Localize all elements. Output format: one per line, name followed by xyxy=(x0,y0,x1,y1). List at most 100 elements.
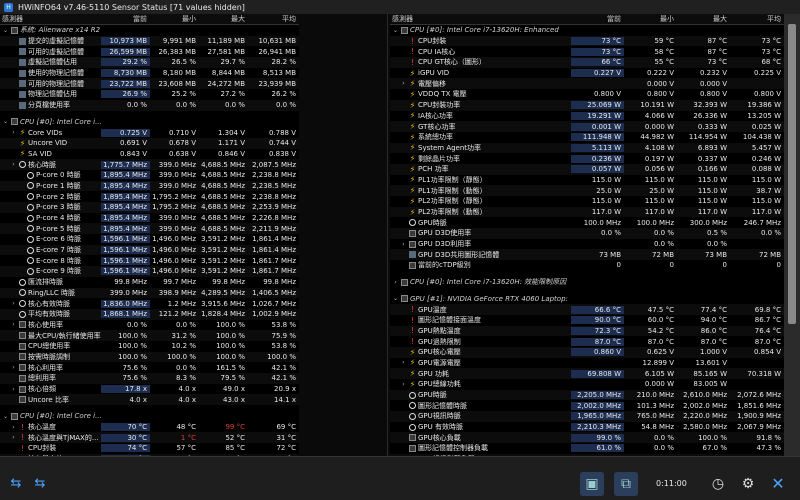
sensor-pane-left[interactable]: 感測器 當前 最小 最大 平均 ⌄ 系統: Alienware x14 R2 提交的… xyxy=(0,14,299,456)
nav-forward-icon[interactable]: ⇆ xyxy=(30,477,50,491)
sensor-row[interactable]: › 核心倍頻 17.8 x 4.0 x 49.0 x 20.9 x xyxy=(0,384,299,395)
scrollbar-thumb[interactable] xyxy=(788,24,796,324)
settings-gear-icon[interactable]: ⚙ xyxy=(736,472,760,496)
sensor-pane-right[interactable]: 感測器 當前 最小 最大 平均 ⌄ CPU [#0]: Intel Core i7… xyxy=(390,14,784,456)
sensor-row[interactable]: P-core 1 時脈 1,895.4 MHz 399.0 MHz 4,688.5 M… xyxy=(0,180,299,192)
sensor-row[interactable]: ⚡ CPU封裝功率 25.069 W 10.191 W 32.393 W 19.386 W xyxy=(390,99,784,111)
sensor-row[interactable]: 按需時脈調制 100.0 % 100.0 % 100.0 % 100.0 % xyxy=(0,351,299,363)
group-header[interactable]: ⌄ CPU [#0]: Intel Core i... xyxy=(0,117,299,128)
sensor-row[interactable]: 虛擬記憶體佔用 29.2 % 26.5 % 29.7 % 28.2 % xyxy=(0,57,299,68)
expand-icon[interactable]: › xyxy=(10,161,17,168)
sensor-row[interactable]: ⚡ PCH 功率 0.057 W 0.056 W 0.166 W 0.088 W xyxy=(390,163,784,175)
sensor-row[interactable]: 平均有效時脈 1,868.1 MHz 121.2 MHz 1,828.4 MHz 1,0… xyxy=(0,308,299,320)
sensor-row[interactable]: 物理記憶體佔用 26.9 % 25.2 % 27.2 % 26.2 % xyxy=(0,89,299,100)
col-avg[interactable]: 平均 xyxy=(248,14,299,24)
sensor-row[interactable]: 最大CPU/執行緒使用率 100.0 % 31.2 % 100.0 % 75.9 % xyxy=(0,330,299,341)
sensor-row[interactable]: › 核心使用率 0.0 % 0.0 % 100.0 % 53.8 % xyxy=(0,320,299,331)
sensor-row[interactable]: ! CPU IA核心 73 °C 58 °C 87 °C 73 °C xyxy=(390,46,784,57)
expand-icon[interactable]: › xyxy=(400,241,407,248)
col-max[interactable]: 最大 xyxy=(199,14,248,24)
sensor-row[interactable]: GPU核心負載 99.0 % 0.0 % 100.0 % 91.8 % xyxy=(390,432,784,444)
sensor-row[interactable]: ⚡ GPU 功耗 69.808 W 6.105 W 85.165 W 70.318 W xyxy=(390,368,784,379)
col-current[interactable]: 當前 xyxy=(571,14,624,24)
close-icon[interactable]: ✕ xyxy=(766,472,790,496)
expand-icon[interactable]: › xyxy=(400,80,407,87)
sensor-row[interactable]: ⚡ PL1功率限制（動態） 25.0 W 25.0 W 115.0 W 38.7 W xyxy=(390,185,784,196)
expand-icon[interactable]: › xyxy=(10,424,17,431)
col-min[interactable]: 最小 xyxy=(150,14,199,24)
clock-reset-icon[interactable]: ◷ xyxy=(706,472,730,496)
sensor-row[interactable]: 當前的cTDP級別 0 0 0 0 xyxy=(390,260,784,271)
sensor-row[interactable]: GPU D3D使用率 0.0 % 0.0 % 0.5 % 0.0 % xyxy=(390,228,784,239)
group-header[interactable]: ⌄ CPU [#0]: Intel Core i7-13620H: Enhance… xyxy=(390,25,784,36)
sensor-row[interactable]: GPU時脈 100.0 MHz 100.0 MHz 300.0 MHz 246.7 MH… xyxy=(390,217,784,228)
sensor-row[interactable]: E-core 6 時脈 1,596.1 MHz 1,496.0 MHz 3,591.2… xyxy=(0,234,299,245)
sensor-row[interactable]: › ⚡ GPU總線功耗 0.000 W 83.005 W xyxy=(390,379,784,390)
expand-icon[interactable]: › xyxy=(10,129,17,136)
sensor-row[interactable]: GPU時脈 2,205.0 MHz 210.0 MHz 2,610.0 MHz 2,07… xyxy=(390,389,784,401)
sensor-row[interactable]: ! 圖形記憶體接面溫度 90.0 °C 60.0 °C 94.0 °C 86.7 °C xyxy=(390,315,784,326)
sensor-row[interactable]: P-core 0 時脈 1,895.4 MHz 399.0 MHz 4,688.5 M… xyxy=(0,170,299,181)
sensor-row[interactable]: GPU 有效時脈 2,210.3 MHz 54.8 MHz 2,580.0 MHz 2,… xyxy=(390,422,784,433)
col-min[interactable]: 最小 xyxy=(624,14,677,24)
expand-icon[interactable]: › xyxy=(392,279,399,286)
sensor-row[interactable]: 可用的物理記憶體 23,722 MB 23,608 MB 24,272 MB 23,93… xyxy=(0,78,299,90)
sensor-row[interactable]: › ⚡ GPU電源電壓 12.899 V 13.601 V xyxy=(390,358,784,369)
col-avg[interactable]: 平均 xyxy=(730,14,784,24)
sensor-row[interactable]: ⚡ SA VID 0.843 V 0.638 V 0.846 V 0.838 V xyxy=(0,149,299,160)
sensor-row[interactable]: ⚡ PL1功率限制（靜態） 115.0 W 115.0 W 115.0 W 115.0 W xyxy=(390,175,784,186)
sensor-row[interactable]: › GPU D3D利用率 0.0 % 0.0 % xyxy=(390,239,784,250)
sensor-row[interactable]: E-core 7 時脈 1,596.1 MHz 1,496.0 MHz 3,591.2… xyxy=(0,244,299,256)
sensor-row[interactable]: ⚡ 剩餘晶片功率 0.236 W 0.197 W 0.337 W 0.246 W xyxy=(390,153,784,164)
expand-icon[interactable]: › xyxy=(10,321,17,328)
sensor-row[interactable]: CPU總使用率 100.0 % 10.2 % 100.0 % 53.8 % xyxy=(0,341,299,352)
sensor-row[interactable]: ! GPU溫度 66.6 °C 47.5 °C 77.4 °C 69.8 °C xyxy=(390,304,784,315)
sensor-row[interactable]: › 核心有效時脈 1,836.0 MHz 1.2 MHz 3,915.6 MHz 1,02… xyxy=(0,298,299,309)
sensor-row[interactable]: 圖形記憶體控制器負載 61.0 % 0.0 % 67.0 % 47.3 % xyxy=(390,443,784,454)
sensor-row[interactable]: ⚡ 系統總功率 111.948 W 44.982 W 114.954 W 104.438 … xyxy=(390,132,784,143)
sensor-row[interactable]: P-core 3 時脈 1,895.4 MHz 1,795.2 MHz 4,688.5… xyxy=(0,202,299,213)
sensor-row[interactable]: ⚡ PL2功率限制（動態） 117.0 W 117.0 W 117.0 W 117.0 W xyxy=(390,206,784,218)
sensor-row[interactable]: ›! 核心溫度與TjMAX的... 30 °C 1 °C 52 °C 31 °C xyxy=(0,432,299,444)
col-sensor[interactable]: 感測器 xyxy=(0,14,101,24)
expand-icon[interactable]: › xyxy=(400,381,407,388)
sensor-row[interactable]: ›! 核心溫度 70 °C 48 °C 99 °C 69 °C xyxy=(0,422,299,433)
collapse-icon[interactable]: ⌄ xyxy=(2,413,9,420)
sensor-row[interactable]: 提交的虛擬記憶體 10,973 MB 9,991 MB 11,189 MB 10,631… xyxy=(0,35,299,47)
sensor-row[interactable]: ⚡ PL2功率限制（靜態） 115.0 W 115.0 W 115.0 W 115.0 W xyxy=(390,196,784,207)
sensor-row[interactable]: ! CPU封裝 74 °C 57 °C 85 °C 72 °C xyxy=(0,443,299,454)
sensor-row[interactable]: 分頁檔使用率 0.0 % 0.0 % 0.0 % 0.0 % xyxy=(0,99,299,111)
sensor-row[interactable]: › 核心利用率 75.6 % 0.0 % 161.5 % 42.1 % xyxy=(0,362,299,373)
sensor-row[interactable]: › ⚡ Core VIDs 0.725 V 0.710 V 1.304 V 0.788 V xyxy=(0,127,299,138)
group-header[interactable]: ⌄ GPU [#1]: NVIDIA GeForce RTX 4060 Lapto… xyxy=(390,294,784,305)
sensor-row[interactable]: 圖形記憶體時脈 2,002.0 MHz 101.3 MHz 2,002.0 MHz 1,… xyxy=(390,400,784,411)
sensor-row[interactable]: Ring/LLC 時脈 399.0 MHz 398.9 MHz 4,289.5 MHz… xyxy=(0,287,299,299)
collapse-icon[interactable]: ⌄ xyxy=(392,27,399,34)
sensor-row[interactable]: P-core 5 時脈 1,895.4 MHz 399.0 MHz 4,688.5 M… xyxy=(0,223,299,235)
sensor-row[interactable]: GPU D3D共用圖形記憶體 73 MB 72 MB 73 MB 72 MB xyxy=(390,249,784,261)
nav-back-icon[interactable]: ⇆ xyxy=(6,477,26,491)
sensor-row[interactable]: › ⚡ 電壓偏移 0.000 V 0.000 V xyxy=(390,78,784,90)
sensor-row[interactable]: › 核心時脈 1,775.7 MHz 399.0 MHz 4,688.5 MHz 2,08… xyxy=(0,159,299,170)
col-current[interactable]: 當前 xyxy=(101,14,150,24)
sensor-row[interactable]: Uncore 比率 4.0 x 4.0 x 43.0 x 14.1 x xyxy=(0,394,299,406)
sensor-row[interactable]: ⚡ System Agent功率 5.113 W 4.108 W 6.893 W 5.45… xyxy=(390,142,784,154)
sensor-row[interactable]: P-core 4 時脈 1,895.4 MHz 399.0 MHz 4,688.5 M… xyxy=(0,213,299,224)
group-header[interactable]: › CPU [#0]: Intel Core i7-13620H: 效能限制原因 xyxy=(390,277,784,288)
expand-icon[interactable]: › xyxy=(10,386,17,393)
sensor-row[interactable]: 使用的物理記憶體 8,730 MB 8,180 MB 8,844 MB 8,513 MB xyxy=(0,68,299,79)
collapse-icon[interactable]: ⌄ xyxy=(2,27,9,34)
col-max[interactable]: 最大 xyxy=(677,14,730,24)
sensor-row[interactable]: 總利用率 75.6 % 8.3 % 79.5 % 42.1 % xyxy=(0,373,299,384)
sensor-row[interactable]: ⚡ Uncore VID 0.691 V 0.678 V 1.171 V 0.744 V xyxy=(0,137,299,149)
sensor-row[interactable]: E-core 8 時脈 1,596.1 MHz 1,496.0 MHz 3,591.2… xyxy=(0,255,299,266)
expand-icon[interactable]: › xyxy=(400,359,407,366)
group-header[interactable]: ⌄ 系統: Alienware x14 R2 xyxy=(0,25,299,36)
sensor-row[interactable]: 匯流排時脈 99.8 MHz 99.7 MHz 99.8 MHz 99.8 MHz xyxy=(0,277,299,288)
sensor-row[interactable]: 可用的虛擬記憶體 26,599 MB 26,383 MB 27,581 MB 26,94… xyxy=(0,46,299,57)
sensor-row[interactable]: ⚡ GT核心功率 0.001 W 0.000 W 0.333 W 0.025 W xyxy=(390,121,784,132)
sensor-row[interactable]: GPU視訊時脈 1,965.0 MHz 765.0 MHz 2,220.0 MHz 1,… xyxy=(390,411,784,422)
sensor-row[interactable]: ⚡ iGPU VID 0.227 V 0.222 V 0.232 V 0.225 V xyxy=(390,68,784,79)
sensor-row[interactable]: ⚡ VDDQ TX 電壓 0.800 V 0.800 V 0.800 V 0.800 V xyxy=(390,89,784,100)
expand-icon[interactable]: › xyxy=(10,434,17,441)
